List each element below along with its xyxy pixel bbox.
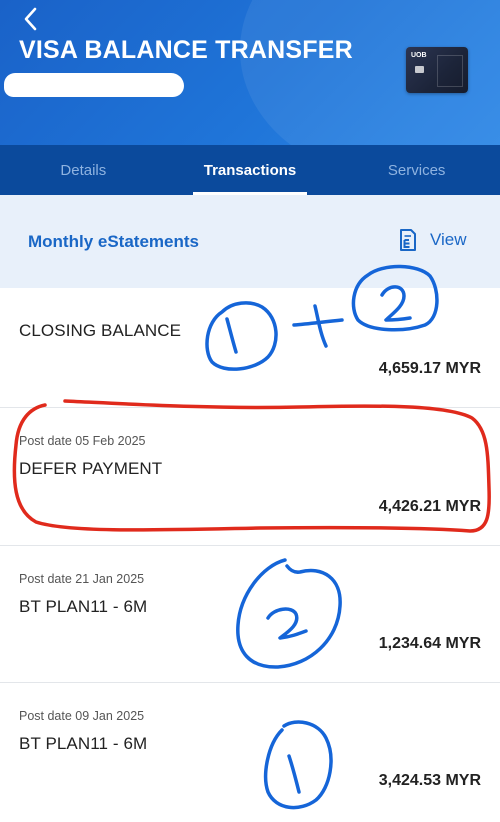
tab-transactions[interactable]: Transactions: [167, 145, 334, 195]
monthly-estatements-link[interactable]: Monthly eStatements: [28, 232, 199, 252]
app-header: VISA BALANCE TRANSFER UOB: [0, 0, 500, 145]
chevron-left-icon: [24, 7, 37, 31]
estatements-bar: Monthly eStatements View: [0, 195, 500, 288]
closing-balance-amount: 4,659.17 MYR: [378, 360, 481, 377]
transaction-date: Post date 09 Jan 2025: [19, 709, 145, 723]
back-button[interactable]: [14, 4, 48, 34]
transaction-amount: 1,234.64 MYR: [378, 635, 481, 652]
closing-balance-row: CLOSING BALANCE 4,659.17 MYR: [0, 288, 500, 408]
view-estatement-button[interactable]: View: [398, 228, 467, 252]
card-chip: [415, 66, 424, 73]
tab-bar: Details Transactions Services: [0, 145, 500, 195]
page-title: VISA BALANCE TRANSFER: [19, 36, 353, 64]
redacted-account-name: [4, 73, 184, 97]
card-image: UOB: [406, 47, 468, 93]
transaction-row[interactable]: Post date 05 Feb 2025 DEFER PAYMENT 4,42…: [0, 408, 500, 546]
transaction-date: Post date 05 Feb 2025: [19, 434, 146, 448]
transaction-description: DEFER PAYMENT: [19, 459, 163, 478]
view-label: View: [430, 230, 467, 249]
document-e-icon: [400, 229, 416, 251]
transaction-date: Post date 21 Jan 2025: [19, 572, 145, 586]
transaction-amount: 4,426.21 MYR: [378, 498, 481, 515]
card-brand-logo: UOB: [411, 52, 427, 59]
transaction-row[interactable]: Post date 21 Jan 2025 BT PLAN11 - 6M 1,2…: [0, 546, 500, 683]
transaction-description: BT PLAN11 - 6M: [19, 597, 148, 616]
transaction-row[interactable]: Post date 09 Jan 2025 BT PLAN11 - 6M 3,4…: [0, 683, 500, 822]
tab-details[interactable]: Details: [0, 145, 167, 195]
transaction-amount: 3,424.53 MYR: [378, 772, 481, 789]
card-artwork: [437, 55, 463, 87]
transaction-description: BT PLAN11 - 6M: [19, 734, 148, 753]
closing-balance-label: CLOSING BALANCE: [19, 321, 182, 340]
tab-services[interactable]: Services: [333, 145, 500, 195]
